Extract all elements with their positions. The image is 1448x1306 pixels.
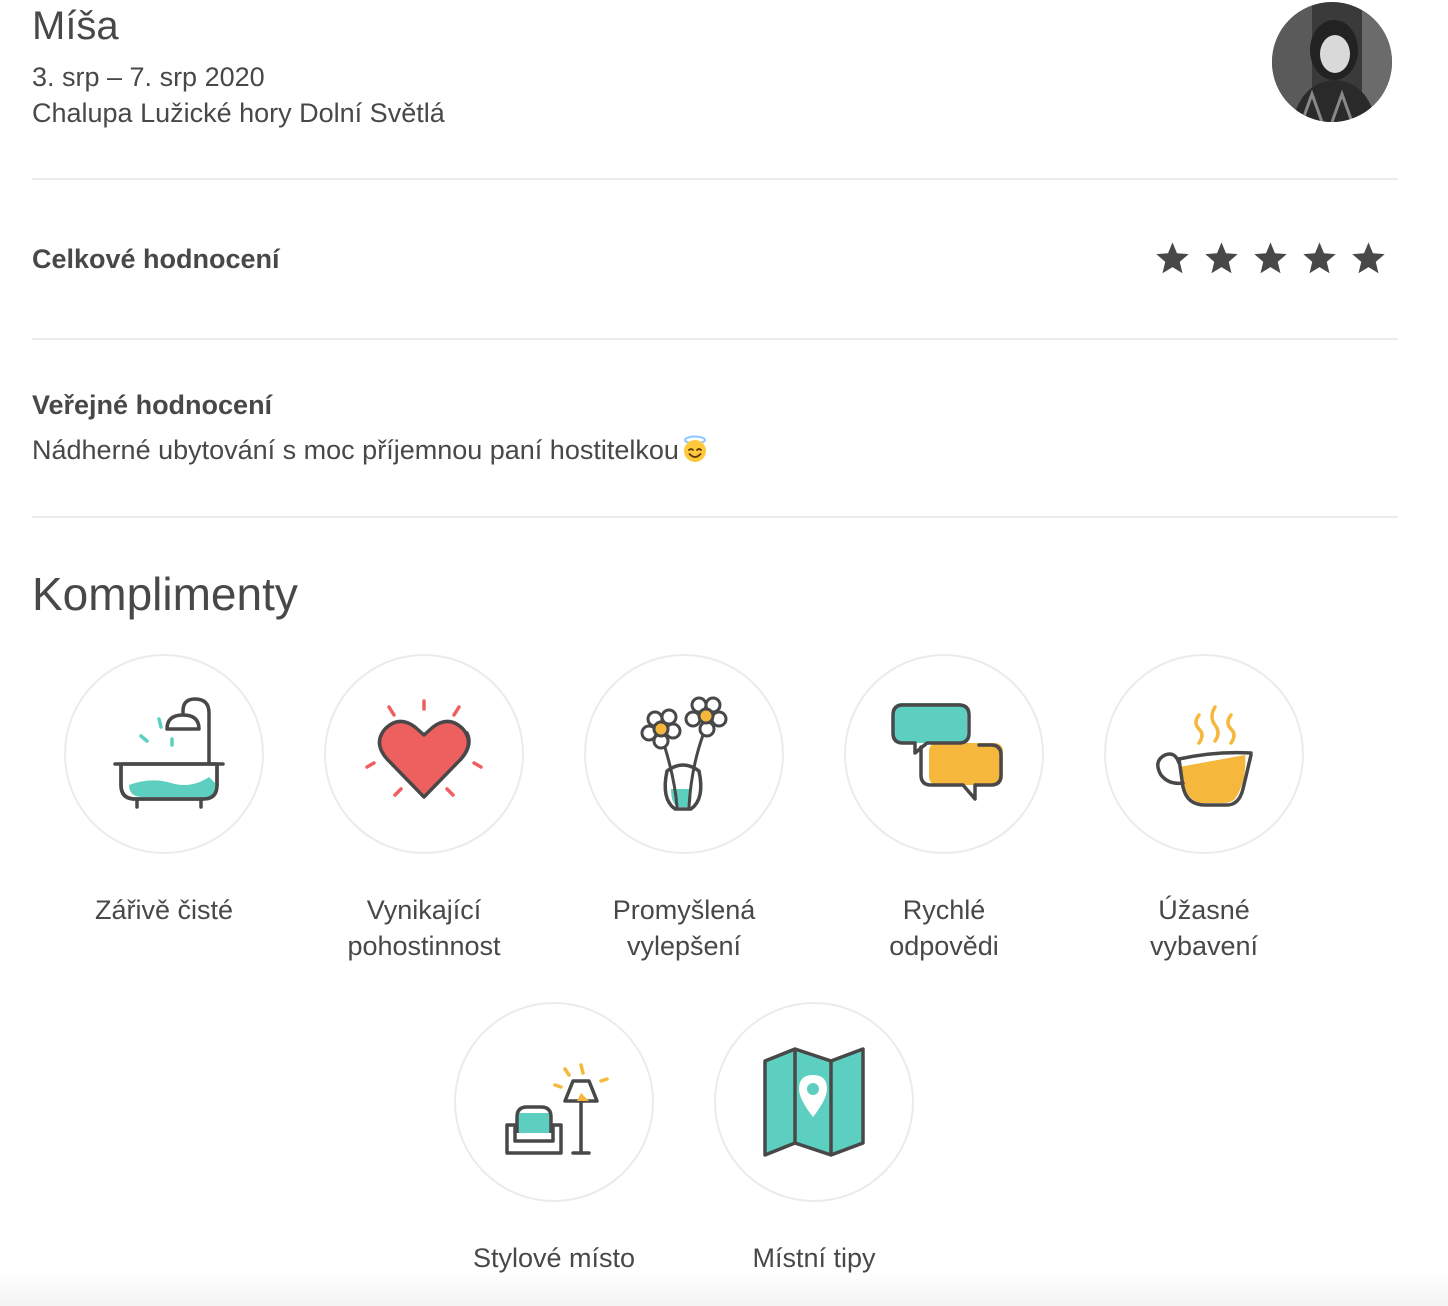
public-review-label: Veřejné hodnocení	[32, 390, 273, 420]
avatar[interactable]	[1272, 2, 1392, 122]
star-icon	[1352, 242, 1385, 274]
divider	[32, 338, 1398, 340]
guest-name: Míša	[32, 4, 119, 48]
star-icon	[1156, 242, 1189, 274]
divider	[32, 516, 1398, 518]
compliment-label: Stylové místo	[472, 1243, 636, 1273]
star-rating	[1154, 240, 1387, 277]
compliment-label: Místní tipy	[752, 1243, 876, 1273]
overall-rating-label: Celkové hodnocení	[32, 244, 280, 274]
compliment-item: Zářivě čisté	[34, 654, 294, 928]
divider	[32, 178, 1398, 180]
compliment-item: Úžasné vybavení	[1074, 654, 1334, 964]
heart-icon	[365, 699, 483, 799]
flower-vase-icon	[640, 696, 728, 811]
compliment-label: Vynikající pohostinnost	[347, 895, 501, 961]
chat-bubbles-icon	[891, 703, 1003, 801]
compliment-item: Rychlé odpovědi	[814, 654, 1074, 964]
listing-name: Chalupa Lužické hory Dolní Světlá	[32, 98, 445, 128]
compliment-item: Místní tipy	[684, 1002, 944, 1276]
stay-dates: 3. srp – 7. srp 2020	[32, 62, 265, 92]
compliment-label: Rychlé odpovědi	[889, 895, 999, 961]
star-icon	[1205, 242, 1238, 274]
review-header: Míša 3. srp – 7. srp 2020 Chalupa Lužick…	[32, 0, 445, 131]
coffee-cup-icon	[1156, 705, 1253, 807]
smiling-face-with-halo-icon	[683, 435, 706, 462]
bottom-fade	[0, 1272, 1448, 1306]
map-pin-icon	[763, 1047, 865, 1157]
compliment-label: Zářivě čisté	[94, 895, 234, 925]
star-icon	[1303, 242, 1336, 274]
public-review-text: Nádherné ubytování s moc příjemnou paní …	[32, 432, 709, 468]
compliment-item: Stylové místo	[424, 1002, 684, 1276]
compliment-label: Promyšlená vylepšení	[612, 895, 756, 961]
compliments-title: Komplimenty	[32, 568, 298, 620]
bathtub-icon	[113, 697, 225, 809]
public-review-body: Nádherné ubytování s moc příjemnou paní …	[32, 435, 679, 465]
compliment-item: Promyšlená vylepšení	[554, 654, 814, 964]
star-icon	[1254, 242, 1287, 274]
compliment-item: Vynikající pohostinnost	[294, 654, 554, 964]
compliment-label: Úžasné vybavení	[1149, 895, 1259, 961]
armchair-lamp-icon	[505, 1063, 609, 1155]
